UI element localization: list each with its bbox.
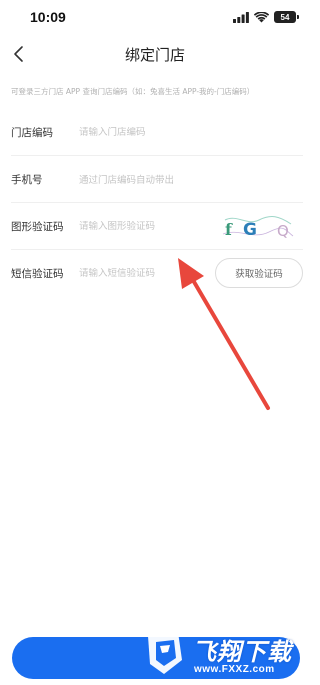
sms-label: 短信验证码 <box>11 268 64 280</box>
phone-row: 手机号 通过门店编码自动带出 <box>11 156 303 203</box>
sms-input[interactable] <box>79 268 209 279</box>
store-code-hint: 可登录三方门店 APP 查询门店编码（如：兔喜生活 APP-我的-门店编码） <box>11 87 255 96</box>
annotation-arrow <box>178 258 270 410</box>
status-bar: 10:09 54 <box>0 0 310 36</box>
captcha-char-3: Q <box>277 222 289 240</box>
captcha-row: 图形验证码 f G Q <box>11 203 303 250</box>
store-code-label: 门店编码 <box>11 126 53 139</box>
captcha-label: 图形验证码 <box>11 220 64 233</box>
captcha-char-2: G <box>243 220 257 240</box>
status-time: 10:09 <box>30 9 66 25</box>
signal-icon <box>233 11 249 23</box>
get-sms-code-button[interactable]: 获取验证码 <box>215 258 303 288</box>
captcha-image[interactable]: f G Q <box>219 212 295 242</box>
nav-bar: 绑定门店 <box>0 36 310 72</box>
phone-label: 手机号 <box>11 173 43 186</box>
bind-store-form: 门店编码 手机号 通过门店编码自动带出 图形验证码 f G Q 短信验证码 获取… <box>11 109 303 297</box>
store-code-row: 门店编码 <box>11 109 303 156</box>
captcha-char-1: f <box>225 220 233 239</box>
phone-value: 通过门店编码自动带出 <box>79 175 175 186</box>
store-code-input[interactable] <box>79 126 209 138</box>
submit-button[interactable] <box>12 637 300 679</box>
sms-row: 短信验证码 获取验证码 <box>11 250 303 297</box>
battery-level: 54 <box>280 12 290 22</box>
status-icons: 54 <box>233 11 299 23</box>
battery-icon: 54 <box>274 11 299 23</box>
wifi-icon <box>254 11 269 22</box>
page-title: 绑定门店 <box>124 46 185 64</box>
captcha-input[interactable] <box>79 220 209 232</box>
